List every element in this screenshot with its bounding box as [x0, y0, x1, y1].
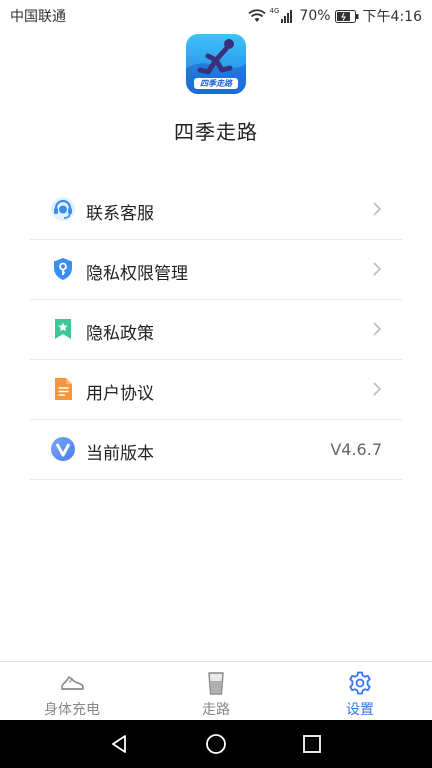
home-icon[interactable] — [204, 732, 228, 756]
chevron-right-icon — [372, 381, 382, 397]
tab-label: 走路 — [202, 702, 230, 718]
menu-item-label: 当前版本 — [86, 444, 154, 464]
menu-item-privacy-permissions[interactable]: 隐私权限管理 — [30, 240, 402, 300]
wifi-icon — [247, 9, 266, 23]
app-logo: 四季走路 — [186, 34, 246, 94]
app-logo-text: 四季走路 — [200, 79, 232, 88]
headset-icon — [50, 196, 76, 222]
battery-percent: 70% — [299, 8, 331, 24]
gear-icon — [347, 670, 373, 696]
settings-menu: 联系客服 隐私权限管理 隐私政策 用户协议 当前版本 V4.6.7 — [30, 180, 402, 480]
v-badge-icon — [50, 436, 76, 462]
battery-icon — [334, 9, 359, 23]
bottom-tab-bar: 身体充电 走路 设置 — [0, 661, 432, 721]
chevron-right-icon — [372, 261, 382, 277]
status-bar: 中国联通 4G 70% 下午4:16 — [0, 0, 432, 30]
tab-label: 设置 — [346, 702, 374, 718]
chevron-right-icon — [372, 201, 382, 217]
version-number: V4.6.7 — [330, 440, 382, 459]
signal-icon — [281, 9, 295, 23]
tab-body-charge[interactable]: 身体充电 — [0, 662, 144, 721]
carrier-name: 中国联通 — [10, 9, 66, 25]
menu-item-label: 联系客服 — [86, 204, 154, 224]
back-icon[interactable] — [108, 732, 132, 756]
menu-item-user-agreement[interactable]: 用户协议 — [30, 360, 402, 420]
clock: 下午4:16 — [362, 9, 422, 25]
chevron-right-icon — [372, 321, 382, 337]
status-indicators: 4G 70% 下午4:16 — [247, 6, 422, 26]
app-name: 四季走路 — [174, 120, 258, 144]
menu-item-label: 用户协议 — [86, 384, 154, 404]
menu-item-privacy-policy[interactable]: 隐私政策 — [30, 300, 402, 360]
document-icon — [50, 376, 76, 402]
shield-key-icon — [50, 256, 76, 282]
menu-item-current-version[interactable]: 当前版本 V4.6.7 — [30, 420, 402, 480]
shoe-icon — [59, 670, 85, 696]
tab-label: 身体充电 — [44, 702, 100, 718]
menu-item-label: 隐私权限管理 — [86, 264, 188, 284]
menu-item-label: 隐私政策 — [86, 324, 154, 344]
menu-item-customer-service[interactable]: 联系客服 — [30, 180, 402, 240]
system-nav-bar — [0, 720, 432, 768]
tab-walk[interactable]: 走路 — [144, 662, 288, 721]
bookmark-star-icon — [50, 316, 76, 342]
tab-settings[interactable]: 设置 — [288, 662, 432, 721]
recents-icon[interactable] — [300, 732, 324, 756]
cup-icon — [203, 670, 229, 696]
network-type: 4G — [269, 7, 280, 15]
